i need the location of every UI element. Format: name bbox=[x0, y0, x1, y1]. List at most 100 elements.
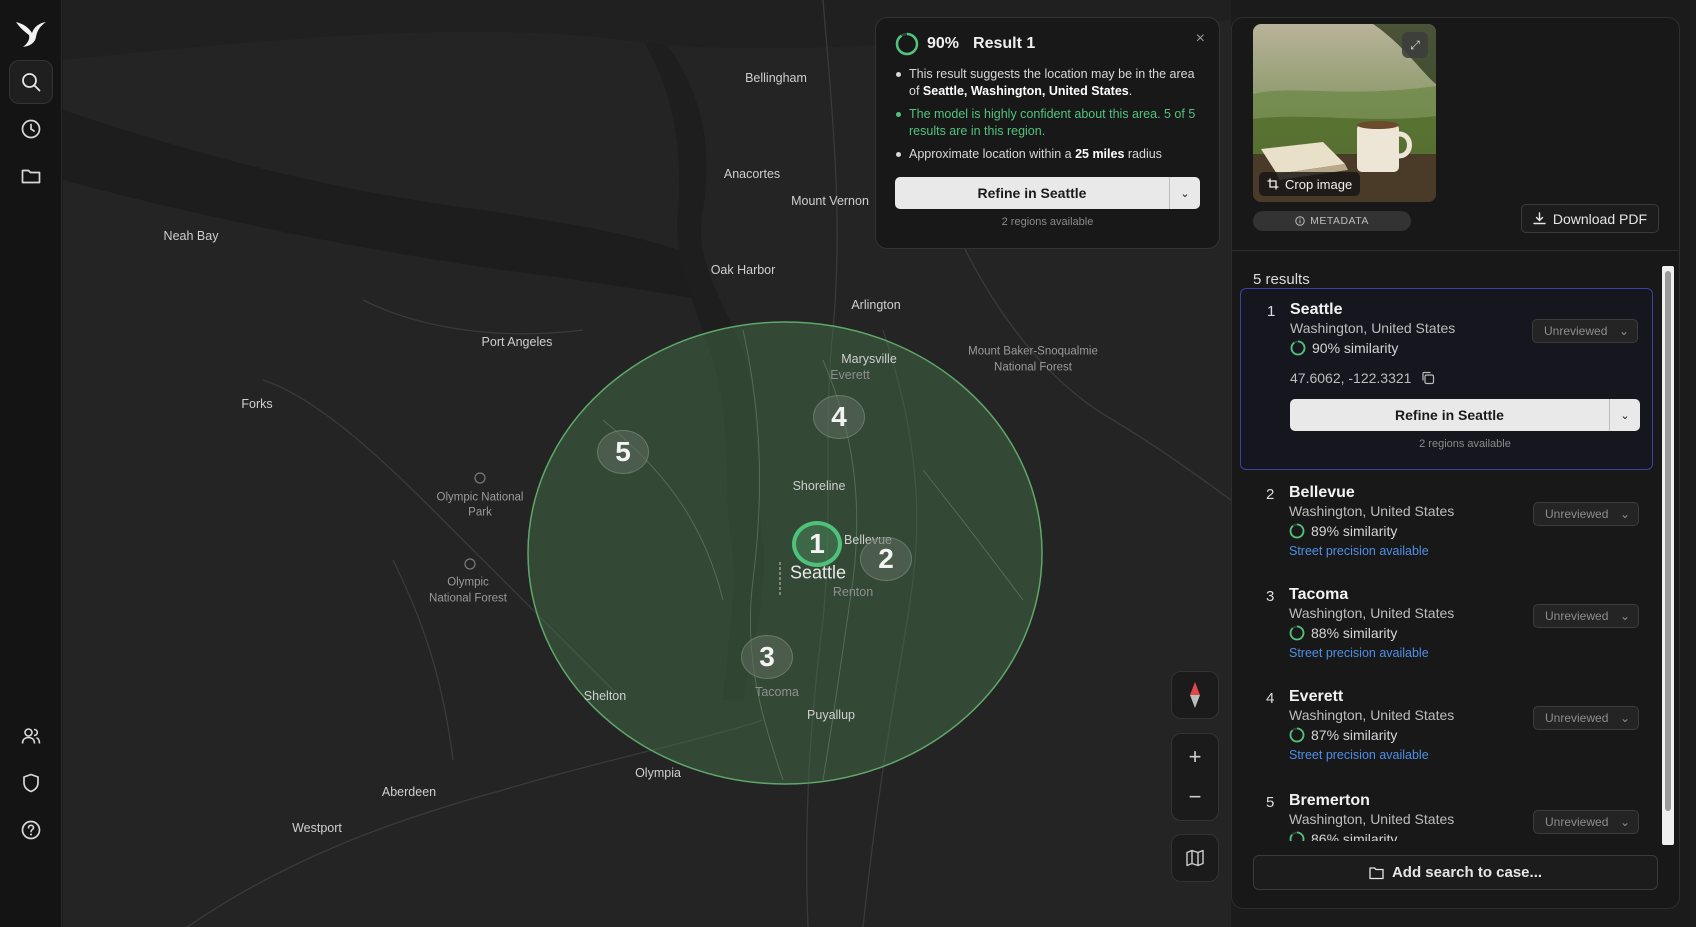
result-popover: 90% Result 1 × This result suggests the … bbox=[875, 17, 1220, 249]
result-item-1[interactable]: 1 Seattle Washington, United States 90% … bbox=[1240, 288, 1653, 470]
popover-confidence: 90% bbox=[927, 35, 960, 52]
result-city: Seattle bbox=[1290, 301, 1343, 318]
similarity-ring-icon bbox=[1289, 523, 1305, 539]
left-rail bbox=[0, 0, 62, 927]
map-marker-2[interactable]: 2 bbox=[860, 537, 912, 581]
review-status-select[interactable]: Unreviewed ⌄ bbox=[1533, 502, 1639, 526]
map-label-bellingham: Bellingham bbox=[745, 71, 807, 85]
result-refine-button[interactable]: Refine in Seattle bbox=[1290, 399, 1609, 431]
result-city: Bellevue bbox=[1289, 484, 1355, 501]
result-region: Washington, United States bbox=[1289, 707, 1455, 723]
map-label-tacoma: Tacoma bbox=[755, 685, 799, 699]
map-icon bbox=[1186, 849, 1204, 867]
security-nav-button[interactable] bbox=[9, 761, 53, 805]
panel-divider bbox=[1232, 250, 1679, 251]
review-status-select[interactable]: Unreviewed ⌄ bbox=[1533, 604, 1639, 628]
map-layers-button[interactable] bbox=[1171, 834, 1219, 882]
map-marker-1[interactable]: 1 bbox=[792, 521, 842, 567]
map-label-mount-vernon: Mount Vernon bbox=[791, 194, 869, 208]
similarity-ring-icon bbox=[1289, 727, 1305, 743]
map-label-port-angeles: Port Angeles bbox=[481, 335, 553, 349]
query-image-thumbnail[interactable]: ⤢ Crop image bbox=[1253, 24, 1436, 202]
result-item-5[interactable]: 5 Bremerton Washington, United States 86… bbox=[1240, 780, 1653, 841]
map-marker-5[interactable]: 5 bbox=[597, 430, 649, 474]
metadata-button[interactable]: METADATA bbox=[1253, 211, 1411, 231]
scrollbar-thumb[interactable] bbox=[1665, 271, 1671, 811]
download-pdf-button[interactable]: Download PDF bbox=[1520, 204, 1659, 233]
result-number: 3 bbox=[1266, 588, 1275, 605]
map-label-olympic-park-1: Olympic National bbox=[436, 491, 524, 504]
close-popover-button[interactable]: × bbox=[1196, 30, 1205, 48]
popover-refine-button[interactable]: Refine in Seattle bbox=[895, 177, 1169, 209]
map-label-shoreline: Shoreline bbox=[792, 479, 846, 493]
map-label-arlington: Arlington bbox=[851, 298, 901, 312]
street-precision-link[interactable]: Street precision available bbox=[1289, 544, 1429, 558]
result-refine-dropdown[interactable]: ⌄ bbox=[1609, 399, 1640, 431]
map-label-mbs-forest-1: Mount Baker-Snoqualmie bbox=[968, 345, 1098, 358]
folders-nav-button[interactable] bbox=[9, 154, 53, 198]
chevron-down-icon: ⌄ bbox=[1618, 324, 1629, 338]
street-precision-link[interactable]: Street precision available bbox=[1289, 646, 1429, 660]
folder-icon bbox=[21, 169, 41, 184]
popover-refine-dropdown[interactable]: ⌄ bbox=[1169, 177, 1200, 209]
map-label-neah-bay: Neah Bay bbox=[163, 229, 219, 243]
popover-radius-bullet: Approximate location within a 25 miles r… bbox=[895, 146, 1200, 163]
map-label-everett: Everett bbox=[830, 368, 870, 382]
map-label-anacortes: Anacortes bbox=[723, 167, 781, 181]
map-label-renton: Renton bbox=[832, 585, 874, 599]
result-city: Everett bbox=[1289, 688, 1344, 705]
results-scrollbar[interactable] bbox=[1662, 266, 1674, 845]
add-case-label: Add search to case... bbox=[1391, 864, 1543, 881]
map-label-forks: Forks bbox=[241, 397, 273, 411]
map-marker-3[interactable]: 3 bbox=[741, 635, 793, 679]
map-label-westport: Westport bbox=[292, 821, 342, 835]
search-nav-button[interactable] bbox=[9, 60, 53, 104]
team-nav-button[interactable] bbox=[9, 714, 53, 758]
expand-image-button[interactable]: ⤢ bbox=[1402, 32, 1428, 58]
crop-icon bbox=[1267, 178, 1279, 190]
swallow-logo-icon[interactable] bbox=[14, 16, 48, 50]
clock-icon bbox=[21, 119, 41, 139]
result-similarity: 86% similarity bbox=[1289, 831, 1397, 841]
result-similarity: 88% similarity bbox=[1289, 625, 1397, 641]
result-region: Washington, United States bbox=[1289, 503, 1455, 519]
map-label-oak-harbor: Oak Harbor bbox=[710, 263, 776, 277]
chevron-down-icon: ⌄ bbox=[1619, 609, 1630, 623]
compass-icon bbox=[1190, 682, 1200, 708]
map-label-olympia: Olympia bbox=[635, 766, 681, 780]
result-number: 5 bbox=[1266, 794, 1275, 811]
zoom-in-button[interactable]: + bbox=[1171, 737, 1219, 777]
expand-icon: ⤢ bbox=[1410, 37, 1420, 52]
chevron-down-icon: ⌄ bbox=[1619, 815, 1630, 829]
result-region: Washington, United States bbox=[1290, 320, 1456, 336]
help-nav-button[interactable] bbox=[9, 808, 53, 852]
crop-image-label: Crop image bbox=[1285, 176, 1353, 192]
map-label-olympic-forest-1: Olympic bbox=[447, 576, 489, 589]
result-item-2[interactable]: 2 Bellevue Washington, United States 89%… bbox=[1240, 472, 1653, 574]
add-search-to-case-button[interactable]: Add search to case... bbox=[1253, 855, 1658, 890]
users-icon bbox=[21, 728, 41, 744]
compass-control[interactable] bbox=[1171, 671, 1219, 719]
result-similarity: 90% similarity bbox=[1290, 340, 1398, 356]
street-precision-link[interactable]: Street precision available bbox=[1289, 748, 1429, 762]
result-coordinates: 47.6062, -122.3321 bbox=[1290, 370, 1435, 386]
review-status-select[interactable]: Unreviewed ⌄ bbox=[1533, 810, 1639, 834]
map-label-puyallup: Puyallup bbox=[807, 708, 855, 722]
zoom-control: + − bbox=[1171, 733, 1219, 821]
copy-icon[interactable] bbox=[1421, 371, 1435, 385]
map-label-olympic-forest-2: National Forest bbox=[429, 592, 507, 605]
result-item-3[interactable]: 3 Tacoma Washington, United States 88% s… bbox=[1240, 574, 1653, 676]
history-nav-button[interactable] bbox=[9, 107, 53, 151]
result-number: 1 bbox=[1267, 303, 1276, 320]
download-pdf-label: Download PDF bbox=[1552, 210, 1647, 227]
similarity-ring-icon bbox=[1289, 831, 1305, 841]
map-marker-4[interactable]: 4 bbox=[813, 395, 865, 439]
confidence-ring-icon bbox=[895, 32, 919, 56]
popover-regions-note: 2 regions available bbox=[1001, 216, 1094, 228]
result-item-4[interactable]: 4 Everett Washington, United States 87% … bbox=[1240, 676, 1653, 780]
zoom-out-button[interactable]: − bbox=[1171, 777, 1219, 817]
review-status-select[interactable]: Unreviewed ⌄ bbox=[1532, 319, 1638, 343]
results-list[interactable]: 1 Seattle Washington, United States 90% … bbox=[1240, 288, 1653, 841]
crop-image-button[interactable]: Crop image bbox=[1259, 172, 1361, 196]
review-status-select[interactable]: Unreviewed ⌄ bbox=[1533, 706, 1639, 730]
